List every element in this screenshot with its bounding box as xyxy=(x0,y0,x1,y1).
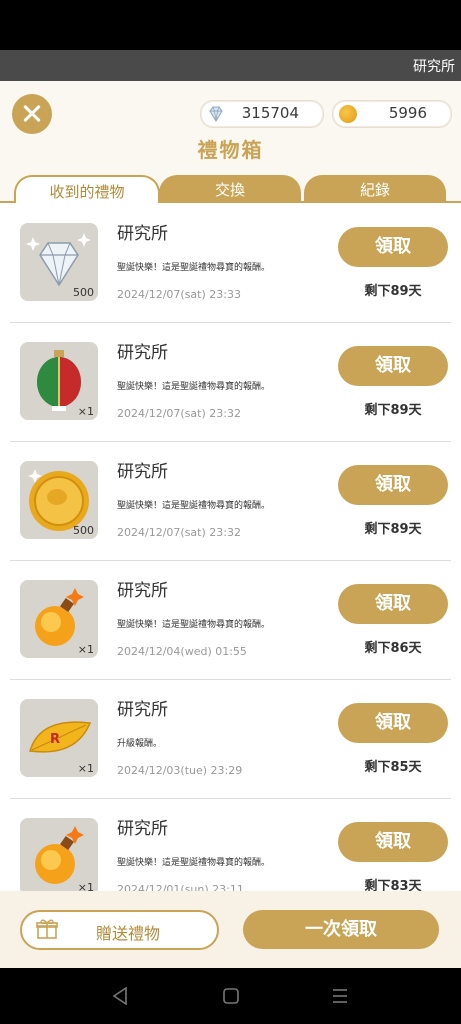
gift-date: 2024/12/07(sat) 23:32 xyxy=(117,526,241,539)
item-quantity: 500 xyxy=(73,286,94,299)
tab-received-gifts[interactable]: 收到的禮物 xyxy=(14,175,160,204)
footer-bar: 贈送禮物 一次領取 xyxy=(0,891,461,968)
gift-sender: 研究所 xyxy=(117,819,168,839)
item-quantity: ×1 xyxy=(77,762,94,775)
diamond-icon xyxy=(209,106,223,122)
gift-message: 聖誕快樂！這是聖誕禮物尋寶的報酬。 xyxy=(117,858,271,868)
gift-row: ×1 研究所 聖誕快樂！這是聖誕禮物尋寶的報酬。 2024/12/07(sat)… xyxy=(10,322,451,442)
claim-button[interactable]: 領取 xyxy=(338,703,448,743)
claim-button[interactable]: 領取 xyxy=(338,822,448,862)
gift-message: 聖誕快樂！這是聖誕禮物尋寶的報酬。 xyxy=(117,501,271,511)
item-quantity: ×1 xyxy=(77,881,94,891)
coin-balance: 5996 xyxy=(332,100,452,128)
gift-sender: 研究所 xyxy=(117,462,168,482)
gift-sender: 研究所 xyxy=(117,224,168,244)
gift-date: 2024/12/03(tue) 23:29 xyxy=(117,764,243,777)
remaining-days: 剩下85天 xyxy=(364,760,422,775)
marquee-text: 研究所 xyxy=(413,59,455,75)
system-nav-bar xyxy=(0,968,461,1024)
remaining-days: 剩下86天 xyxy=(364,641,422,656)
gift-sender: 研究所 xyxy=(117,700,168,720)
send-gift-label: 贈送禮物 xyxy=(96,924,161,943)
close-button[interactable] xyxy=(12,94,52,134)
gem-count: 315704 xyxy=(241,104,299,122)
coin-count: 5996 xyxy=(388,104,427,122)
gift-row: ×1 研究所 聖誕快樂！這是聖誕禮物尋寶的報酬。 2024/12/04(wed)… xyxy=(10,560,451,680)
recent-apps-icon[interactable] xyxy=(331,988,349,1004)
gift-row: R ×1 研究所 升級報酬。 2024/12/03(tue) 23:29 領取 … xyxy=(10,679,451,799)
leaf-icon: R ×1 xyxy=(20,699,98,777)
gift-sender: 研究所 xyxy=(117,581,168,601)
gift-date: 2024/12/07(sat) 23:33 xyxy=(117,288,241,301)
gem-balance: 315704 xyxy=(200,100,324,128)
gift-row: ×1 研究所 聖誕快樂！這是聖誕禮物尋寶的報酬。 2024/12/01(sun)… xyxy=(10,798,451,891)
christmas-ornament-icon: ×1 xyxy=(20,342,98,420)
gift-icon xyxy=(36,919,58,939)
back-icon[interactable] xyxy=(112,987,128,1005)
gold-coin-icon: 500 xyxy=(20,461,98,539)
gift-message: 升級報酬。 xyxy=(117,739,163,749)
item-quantity: ×1 xyxy=(77,643,94,656)
gift-date: 2024/12/01(sun) 23:11 xyxy=(117,883,244,891)
home-icon[interactable] xyxy=(222,987,240,1005)
gift-date: 2024/12/07(sat) 23:32 xyxy=(117,407,241,420)
remaining-days: 剩下83天 xyxy=(364,879,422,891)
svg-text:R: R xyxy=(50,732,60,747)
gift-list[interactable]: 500 研究所 聖誕快樂！這是聖誕禮物尋寶的報酬。 2024/12/07(sat… xyxy=(0,203,461,891)
item-quantity: 500 xyxy=(73,524,94,537)
announcement-marquee: 研究所 xyxy=(0,50,461,81)
gift-row: 500 研究所 聖誕快樂！這是聖誕禮物尋寶的報酬。 2024/12/07(sat… xyxy=(10,441,451,561)
tab-record[interactable]: 紀錄 xyxy=(304,175,446,202)
remaining-days: 剩下89天 xyxy=(364,284,422,299)
gift-sender: 研究所 xyxy=(117,343,168,363)
claim-all-button[interactable]: 一次領取 xyxy=(243,910,439,949)
diamond-icon: 500 xyxy=(20,223,98,301)
page-title: 禮物箱 xyxy=(197,138,264,162)
bomb-icon: ×1 xyxy=(20,580,98,658)
item-quantity: ×1 xyxy=(77,405,94,418)
claim-button[interactable]: 領取 xyxy=(338,346,448,386)
gift-row: 500 研究所 聖誕快樂！這是聖誕禮物尋寶的報酬。 2024/12/07(sat… xyxy=(10,203,451,323)
gift-date: 2024/12/04(wed) 01:55 xyxy=(117,645,247,658)
gift-message: 聖誕快樂！這是聖誕禮物尋寶的報酬。 xyxy=(117,382,271,392)
remaining-days: 剩下89天 xyxy=(364,522,422,537)
tab-exchange[interactable]: 交換 xyxy=(159,175,301,202)
claim-button[interactable]: 領取 xyxy=(338,465,448,505)
bomb-icon: ×1 xyxy=(20,818,98,891)
claim-button[interactable]: 領取 xyxy=(338,584,448,624)
gift-message: 聖誕快樂！這是聖誕禮物尋寶的報酬。 xyxy=(117,620,271,630)
remaining-days: 剩下89天 xyxy=(364,403,422,418)
claim-button[interactable]: 領取 xyxy=(338,227,448,267)
gift-message: 聖誕快樂！這是聖誕禮物尋寶的報酬。 xyxy=(117,263,271,273)
send-gift-button[interactable]: 贈送禮物 xyxy=(20,910,219,950)
coin-icon xyxy=(339,105,357,123)
status-bar xyxy=(0,0,461,50)
